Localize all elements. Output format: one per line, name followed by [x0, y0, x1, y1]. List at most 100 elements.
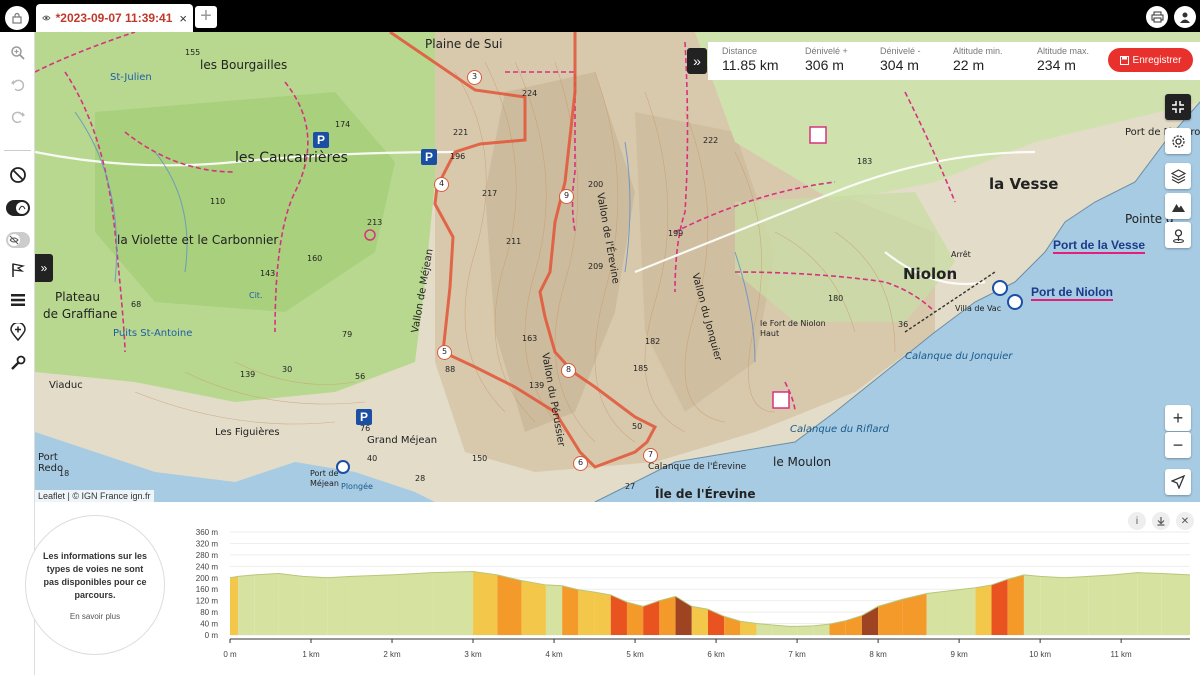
- profile-segment: [521, 580, 546, 635]
- eye-icon: [42, 15, 51, 21]
- print-icon[interactable]: [1146, 6, 1168, 28]
- waypoint-marker[interactable]: 8: [561, 363, 576, 378]
- profile-segment: [562, 585, 579, 635]
- elevation-label: 221: [453, 128, 469, 137]
- place-label: le Moulon: [773, 455, 832, 469]
- elevation-label: 40: [367, 454, 378, 463]
- elevation-label: 150: [472, 454, 488, 463]
- close-icon[interactable]: ×: [179, 11, 187, 26]
- stat-distance: Distance 11.85 km: [722, 46, 779, 73]
- chevrons-right-icon[interactable]: »: [687, 48, 707, 74]
- stat-altitude-min: Altitude min. 22 m: [953, 46, 1003, 73]
- undo-icon[interactable]: [5, 72, 30, 97]
- elevation-label: 182: [645, 337, 661, 346]
- place-label: Grand Méjean: [367, 435, 438, 446]
- y-tick-label: 160 m: [196, 585, 219, 594]
- profile-segment: [1113, 572, 1138, 635]
- waypoint-marker[interactable]: 6: [573, 456, 588, 471]
- profile-segment: [626, 602, 644, 635]
- add-tab-button[interactable]: +: [195, 6, 217, 28]
- profile-segment: [1161, 573, 1190, 635]
- pin-icon[interactable]: [1165, 222, 1191, 248]
- menu-icon[interactable]: [5, 287, 30, 312]
- profile-segment: [238, 574, 255, 635]
- elevation-label: 139: [529, 381, 545, 390]
- top-bar: *2023-09-07 11:39:41 × +: [0, 0, 1200, 32]
- no-entry-icon[interactable]: [5, 162, 30, 187]
- elevation-label: 200: [588, 180, 604, 189]
- y-tick-label: 0 m: [205, 631, 219, 640]
- boat-icon: [992, 280, 1008, 296]
- fullscreen-icon[interactable]: [1165, 94, 1191, 120]
- layers-icon[interactable]: [1165, 163, 1191, 189]
- toggle-hide-icon[interactable]: [5, 227, 30, 252]
- place-label: les Bourgailles: [200, 58, 288, 72]
- x-tick-label: 5 km: [626, 650, 644, 659]
- parking-icon: P: [421, 149, 437, 165]
- x-tick-label: 3 km: [464, 650, 482, 659]
- x-tick-label: 6 km: [707, 650, 725, 659]
- zoom-out-button[interactable]: −: [1165, 432, 1191, 458]
- y-tick-label: 80 m: [200, 608, 218, 617]
- add-marker-icon[interactable]: [5, 319, 30, 344]
- elevation-label: 199: [668, 229, 684, 238]
- elevation-label: 213: [367, 218, 383, 227]
- waypoint-marker[interactable]: 3: [467, 70, 482, 85]
- map-attribution[interactable]: Leaflet | © IGN France ign.fr: [35, 490, 154, 502]
- waypoint-marker[interactable]: 5: [437, 345, 452, 360]
- elevation-label: 155: [185, 48, 201, 57]
- terrain-icon[interactable]: [1165, 193, 1191, 219]
- elevation-label: 180: [828, 294, 844, 303]
- toggle-route-icon[interactable]: [5, 195, 30, 220]
- profile-segment: [675, 596, 692, 635]
- x-tick-label: 8 km: [869, 650, 887, 659]
- elevation-label: 68: [131, 300, 142, 309]
- x-tick-label: 2 km: [383, 650, 401, 659]
- wrench-icon[interactable]: [5, 350, 30, 375]
- save-button[interactable]: Enregistrer: [1108, 48, 1193, 72]
- info-text: Les informations sur les types de voies …: [42, 551, 148, 600]
- learn-more-link[interactable]: En savoir plus: [38, 612, 152, 621]
- elevation-chart[interactable]: 360 m 320 m 280 m 240 m 200 m 160 m 120 m 80 m 4…: [180, 525, 1200, 670]
- zoom-search-icon[interactable]: [5, 40, 30, 65]
- redo-icon[interactable]: [5, 104, 30, 129]
- user-icon[interactable]: [1174, 6, 1196, 28]
- waypoint-marker[interactable]: 4: [434, 177, 449, 192]
- profile-segment: [432, 571, 474, 635]
- y-tick-label: 240 m: [196, 562, 219, 571]
- elevation-label: 27: [625, 482, 636, 491]
- expand-panel-icon[interactable]: »: [35, 254, 53, 282]
- profile-segment: [1040, 576, 1065, 635]
- profile-segment: [1137, 572, 1162, 635]
- y-tick-label: 120 m: [196, 597, 219, 606]
- tab-route[interactable]: *2023-09-07 11:39:41 ×: [36, 4, 193, 32]
- flag-icon[interactable]: [5, 257, 30, 282]
- profile-segment: [1064, 576, 1089, 635]
- place-label: Île de l'Érevine: [655, 487, 756, 501]
- elevation-label: 163: [522, 334, 538, 343]
- waypoint-marker[interactable]: 7: [643, 448, 658, 463]
- map-view[interactable]: Plaine de Sui les Bourgailles les Caucar…: [35, 32, 1200, 502]
- x-tick-label: 1 km: [302, 650, 320, 659]
- stat-elevation-gain: Dénivelé + 306 m: [805, 46, 848, 73]
- place-label: Villa de Vac: [955, 304, 1002, 313]
- place-label: Calanque de l'Érevine: [648, 462, 747, 472]
- settings-icon[interactable]: [1165, 128, 1191, 154]
- zoom-in-button[interactable]: +: [1165, 405, 1191, 431]
- port-label[interactable]: Port de la Vesse: [1053, 238, 1146, 254]
- profile-segment: [691, 606, 708, 635]
- profile-segment: [302, 576, 328, 635]
- y-tick-label: 320 m: [196, 539, 219, 548]
- elevation-label: 36: [898, 320, 909, 329]
- parking-icon: P: [313, 132, 329, 148]
- lock-icon[interactable]: [5, 6, 29, 30]
- elevation-label: 50: [632, 422, 643, 431]
- waypoint-marker[interactable]: 9: [559, 189, 574, 204]
- elevation-label: 224: [522, 89, 538, 98]
- elevation-label: 185: [633, 364, 649, 373]
- profile-segment: [392, 572, 433, 635]
- x-tick-label: 10 km: [1029, 650, 1051, 659]
- port-label[interactable]: Port de Niolon: [1031, 285, 1113, 301]
- locate-icon[interactable]: [1165, 469, 1191, 495]
- profile-segment: [797, 625, 814, 635]
